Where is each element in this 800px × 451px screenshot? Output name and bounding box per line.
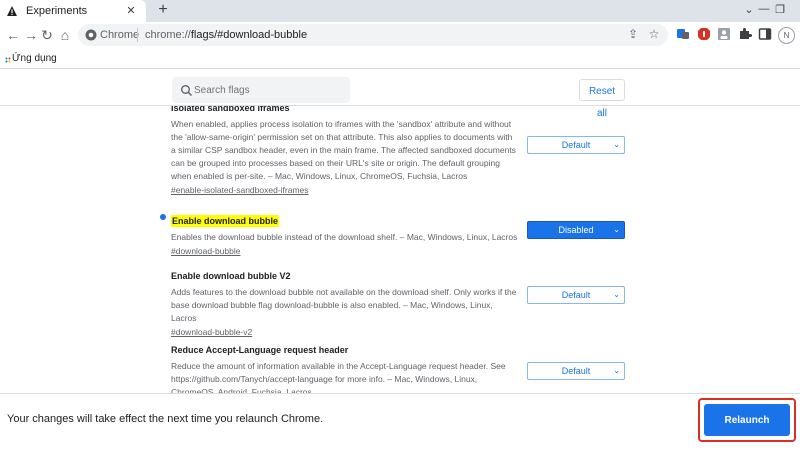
bookmarks-bar: Ứng dụng: [0, 48, 800, 69]
puzzle-icon[interactable]: [738, 27, 752, 41]
chevron-down-icon[interactable]: ⌄: [741, 3, 757, 16]
flag-title: Reduce Accept-Language request header: [171, 345, 349, 355]
relaunch-button[interactable]: Relaunch: [704, 404, 790, 436]
close-icon[interactable]: ✕: [124, 4, 138, 18]
flag-title: Isolated sandboxed iframes: [171, 106, 290, 113]
omnibox[interactable]: Chrome chrome://flags/#download-bubble ⇪…: [78, 24, 668, 46]
flag-select-value: Default: [561, 366, 591, 376]
home-icon[interactable]: ⌂: [56, 26, 74, 44]
avatar[interactable]: N: [778, 27, 795, 44]
chrome-logo-icon: [85, 28, 99, 42]
flag-anchor-link[interactable]: #download-bubble: [171, 245, 631, 258]
chevron-down-icon: ⌄: [613, 225, 620, 234]
flag-select-value: Default: [561, 140, 591, 150]
flag-item-reduce-accept-language: Reduce Accept-Language request header Re…: [171, 340, 631, 393]
flag-description: Adds features to the download bubble not…: [171, 287, 517, 323]
flag-select-reduce-accept-language[interactable]: Default ⌄: [527, 362, 625, 380]
flag-description: Enables the download bubble instead of t…: [171, 232, 518, 242]
warning-triangle-icon: [6, 5, 18, 17]
chevron-down-icon: ⌄: [613, 290, 620, 299]
url-scheme: chrome://: [145, 29, 191, 41]
flag-select-download-bubble[interactable]: Disabled ⌄: [527, 221, 625, 239]
back-icon[interactable]: ←: [4, 26, 22, 44]
search-icon: [180, 84, 193, 97]
flag-anchor-link[interactable]: #download-bubble-v2: [171, 326, 631, 339]
relaunch-message: Your changes will take effect the next t…: [7, 413, 324, 425]
url-path: flags/#download-bubble: [190, 29, 308, 41]
share-icon[interactable]: ⇪: [625, 27, 641, 41]
relaunch-bar: Your changes will take effect the next t…: [0, 393, 800, 451]
flags-page: Reset all Isolated sandboxed iframes Whe…: [0, 69, 800, 393]
tab-title: Experiments: [26, 5, 88, 17]
flags-list: Isolated sandboxed iframes When enabled,…: [0, 106, 800, 393]
flag-item-isolated-sandboxed-iframes: Isolated sandboxed iframes When enabled,…: [171, 106, 631, 197]
flag-title: Enable download bubble V2: [171, 271, 291, 281]
tab-experiments[interactable]: Experiments ✕: [0, 0, 146, 22]
tab-strip: Experiments ✕ + ⌄ — ❐: [0, 0, 800, 22]
flag-select-value: Default: [561, 290, 591, 300]
flag-description: When enabled, applies process isolation …: [171, 119, 516, 181]
search-box[interactable]: [172, 77, 350, 103]
flag-select-download-bubble-v2[interactable]: Default ⌄: [527, 286, 625, 304]
sidebar-icon[interactable]: [758, 27, 772, 41]
translate-icon[interactable]: [676, 27, 690, 41]
adblock-icon[interactable]: [697, 27, 711, 41]
minimize-icon[interactable]: —: [756, 3, 772, 15]
search-input[interactable]: [194, 77, 344, 103]
modified-dot-icon: [160, 214, 166, 220]
omnibox-url[interactable]: chrome://flags/#download-bubble: [145, 29, 307, 41]
flag-anchor-link[interactable]: #enable-isolated-sandboxed-iframes: [171, 184, 631, 197]
chevron-down-icon: ⌄: [613, 140, 620, 149]
new-tab-button[interactable]: +: [154, 1, 172, 19]
reset-all-button[interactable]: Reset all: [579, 79, 625, 119]
flag-title: Enable download bubble: [171, 215, 280, 227]
bookmark-star-icon[interactable]: ☆: [646, 27, 662, 41]
flag-select-value: Disabled: [558, 225, 594, 235]
omnibox-site-label: Chrome: [100, 29, 140, 41]
flag-item-download-bubble-v2: Enable download bubble V2 Adds features …: [171, 266, 631, 339]
restore-icon[interactable]: ❐: [772, 3, 788, 16]
profile-card-icon[interactable]: [717, 27, 731, 41]
flag-description: Reduce the amount of information availab…: [171, 361, 506, 393]
omnibox-separator: [137, 28, 138, 42]
chevron-down-icon: ⌄: [613, 366, 620, 375]
flag-select-isolated-sandboxed-iframes[interactable]: Default ⌄: [527, 136, 625, 154]
reload-icon[interactable]: ↻: [38, 26, 56, 44]
bookmark-apps-label[interactable]: Ứng dụng: [12, 53, 57, 64]
flag-item-download-bubble: Enable download bubble Enables the downl…: [160, 211, 631, 258]
